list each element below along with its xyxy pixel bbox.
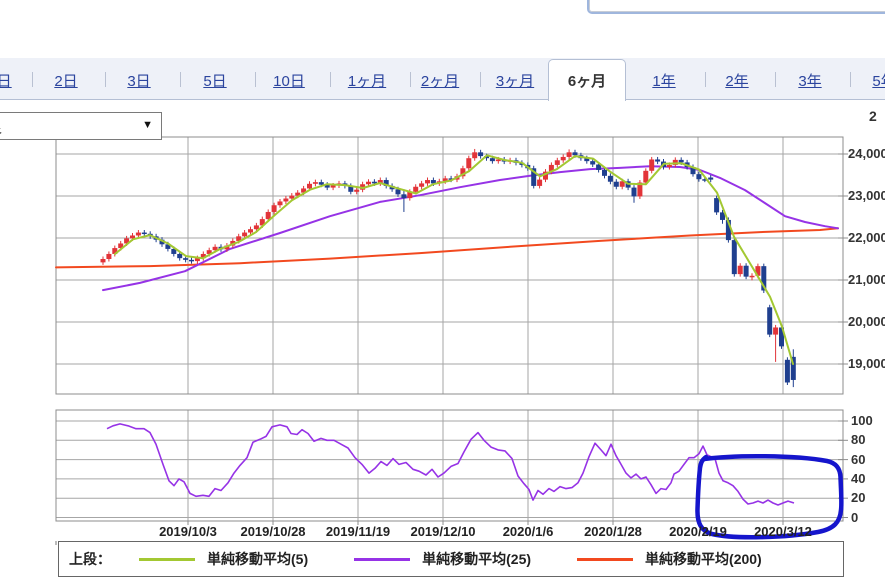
tab-1ヶ月[interactable]: 1ヶ月 bbox=[348, 70, 386, 91]
legend-item: 単純移動平均(200) bbox=[577, 549, 762, 569]
tab-1年[interactable]: 1年 bbox=[652, 70, 675, 91]
oscillator-axis-label: 40 bbox=[851, 471, 865, 486]
date-axis-label: 2020/3/12 bbox=[754, 524, 812, 539]
legend-line-swatch bbox=[577, 558, 633, 561]
price-axis-label: 23,000 bbox=[848, 188, 885, 203]
date-axis-label: 2019/10/3 bbox=[159, 524, 217, 539]
price-axis-label: 19,000 bbox=[848, 356, 885, 371]
lower-panel-grid bbox=[56, 410, 848, 525]
tab-separator bbox=[32, 72, 33, 87]
tab-10日[interactable]: 10日 bbox=[273, 70, 305, 91]
price-axis-label: 20,000 bbox=[848, 314, 885, 329]
oscillator-axis-label: 100 bbox=[851, 413, 873, 428]
tab-separator bbox=[330, 72, 331, 87]
oscillator-axis-label: 0 bbox=[851, 510, 858, 525]
tab-separator bbox=[775, 72, 776, 87]
date-axis-label: 2020/1/6 bbox=[503, 524, 554, 539]
tab-bar-divider bbox=[0, 99, 885, 100]
chevron-down-icon: ▼ bbox=[142, 119, 153, 131]
candles-group bbox=[101, 149, 796, 387]
price-axis-label: 22,000 bbox=[848, 230, 885, 245]
tab-separator bbox=[480, 72, 481, 87]
tab-1日[interactable]: 1日 bbox=[0, 70, 12, 91]
tab-separator bbox=[410, 72, 411, 87]
legend-line-swatch bbox=[139, 558, 195, 561]
tab-5日[interactable]: 5日 bbox=[203, 70, 226, 91]
oscillator-line bbox=[107, 424, 794, 505]
date-axis-label: 2019/11/19 bbox=[326, 524, 390, 539]
legend-item-label: 単純移動平均(25) bbox=[422, 549, 531, 569]
sma5-line bbox=[115, 155, 793, 364]
tab-separator bbox=[105, 72, 106, 87]
stock-chart-page: 6ヶ月 足 ▼ 2 24,00023,00022,00021,00020,000… bbox=[0, 0, 885, 582]
legend-item: 単純移動平均(25) bbox=[354, 549, 531, 569]
date-axis-label: 2020/1/28 bbox=[584, 524, 642, 539]
legend-item: 単純移動平均(5) bbox=[139, 549, 308, 569]
oscillator-axis-label: 60 bbox=[851, 452, 865, 467]
timeframe-select-value: 足 bbox=[0, 116, 2, 137]
price-axis-label: 24,000 bbox=[848, 146, 885, 161]
oscillator-axis-label: 20 bbox=[851, 490, 865, 505]
tab-2日[interactable]: 2日 bbox=[54, 70, 77, 91]
price-axis-label: 21,000 bbox=[848, 272, 885, 287]
tab-3日[interactable]: 3日 bbox=[127, 70, 150, 91]
tab-separator bbox=[705, 72, 706, 87]
tab-separator bbox=[255, 72, 256, 87]
legend-item-label: 単純移動平均(200) bbox=[645, 549, 762, 569]
timeframe-select[interactable]: 足 ▼ bbox=[0, 112, 162, 140]
tab-3年[interactable]: 3年 bbox=[798, 70, 821, 91]
tab-separator bbox=[850, 72, 851, 87]
active-tab-label: 6ヶ月 bbox=[568, 70, 606, 91]
legend-prefix: 上段： bbox=[69, 549, 111, 569]
tab-separator bbox=[180, 72, 181, 87]
tab-5年[interactable]: 5年 bbox=[872, 70, 885, 91]
date-axis-label: 2020/2/19 bbox=[669, 524, 727, 539]
legend-line-swatch bbox=[354, 558, 410, 561]
tab-6months-active[interactable]: 6ヶ月 bbox=[548, 59, 626, 101]
tab-2ヶ月[interactable]: 2ヶ月 bbox=[421, 70, 459, 91]
oscillator-axis-label: 80 bbox=[851, 432, 865, 447]
tab-3ヶ月[interactable]: 3ヶ月 bbox=[496, 70, 534, 91]
legend-item-label: 単純移動平均(5) bbox=[207, 549, 308, 569]
date-axis-label: 2019/10/28 bbox=[240, 524, 305, 539]
chart-legend: 上段： 単純移動平均(5) 単純移動平均(25) 単純移動平均(200) bbox=[58, 541, 844, 577]
tab-2年[interactable]: 2年 bbox=[725, 70, 748, 91]
date-axis-label: 2019/12/10 bbox=[410, 524, 475, 539]
